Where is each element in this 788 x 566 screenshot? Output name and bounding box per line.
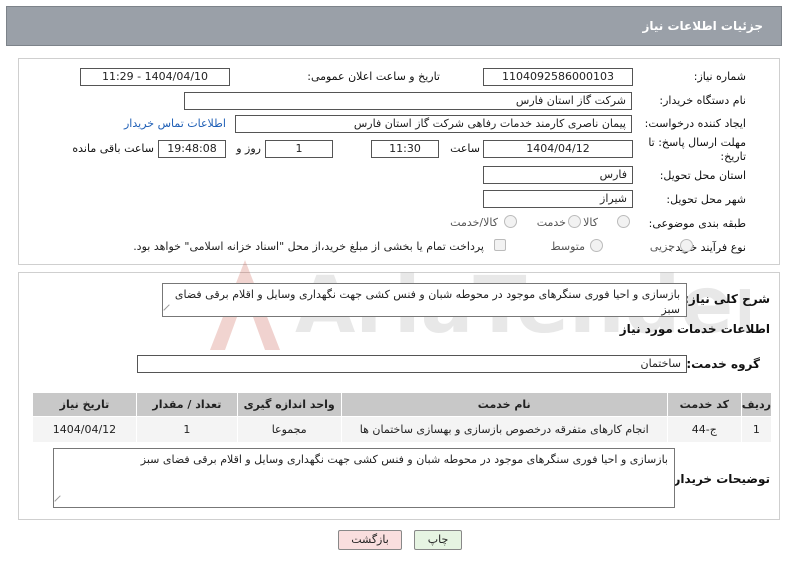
- col-need-date: تاریخ نیاز: [32, 392, 137, 417]
- page-header: جزئیات اطلاعات نیاز: [6, 6, 782, 46]
- cell-need-date: 1404/04/12: [32, 416, 137, 443]
- treasury-payment-note: پرداخت تمام یا بخشی از مبلغ خرید،از محل …: [133, 240, 484, 253]
- province-field[interactable]: فارس: [483, 166, 633, 184]
- process-radio-medium[interactable]: [590, 239, 603, 252]
- resize-grip-icon[interactable]: [54, 495, 66, 507]
- table-row[interactable]: 1 ج-44 انجام کارهای متفرقه درخصوص بازساز…: [32, 416, 773, 443]
- category-option-goods: کالا: [583, 216, 598, 229]
- announce-label: تاریخ و ساعت اعلان عمومی:: [307, 70, 440, 83]
- deadline-time-field[interactable]: 11:30: [371, 140, 439, 158]
- back-button[interactable]: بازگشت: [338, 530, 402, 550]
- col-quantity: تعداد / مقدار: [135, 392, 238, 417]
- summary-label: شرح کلی نیاز:: [684, 292, 770, 306]
- remaining-time-field[interactable]: 19:48:08: [158, 140, 226, 158]
- cell-service-code: ج-44: [666, 416, 742, 443]
- service-group-label: گروه خدمت:: [686, 357, 760, 371]
- days-field[interactable]: 1: [265, 140, 333, 158]
- cell-row-number: 1: [740, 416, 773, 443]
- treasury-payment-checkbox[interactable]: [494, 239, 506, 251]
- buyer-org-field[interactable]: شرکت گاز استان فارس: [184, 92, 632, 110]
- resize-grip-icon[interactable]: [163, 304, 175, 316]
- days-label: روز و: [236, 142, 261, 155]
- buyer-contact-link[interactable]: اطلاعات تماس خریدار: [124, 117, 226, 130]
- col-unit: واحد اندازه گیری: [236, 392, 342, 417]
- category-option-goods-service: کالا/خدمت: [450, 216, 498, 229]
- print-button[interactable]: چاپ: [414, 530, 462, 550]
- col-service-name: نام خدمت: [340, 392, 668, 417]
- announce-datetime-field[interactable]: 1404/04/10 - 11:29: [80, 68, 230, 86]
- need-summary-text[interactable]: بازسازی و احیا فوری سنگرهای موجود در محو…: [162, 283, 687, 317]
- remaining-label: ساعت باقی مانده: [72, 142, 154, 155]
- process-radio-minor[interactable]: [680, 239, 693, 252]
- buyer-org-label: نام دستگاه خریدار:: [659, 94, 746, 107]
- category-radio-goods-service[interactable]: [504, 215, 517, 228]
- service-group-field[interactable]: ساختمان: [137, 355, 687, 373]
- category-option-service: خدمت: [536, 216, 566, 229]
- requester-label: ایجاد کننده درخواست:: [644, 117, 746, 130]
- category-radio-goods[interactable]: [617, 215, 630, 228]
- requester-field[interactable]: پیمان ناصری کارمند خدمات رفاهی شرکت گاز …: [235, 115, 632, 133]
- need-number-field[interactable]: 1104092586000103: [483, 68, 633, 86]
- page-title: جزئیات اطلاعات نیاز: [642, 19, 763, 33]
- process-option-medium: متوسط: [550, 240, 585, 253]
- services-table-header: ردیف کد خدمت نام خدمت واحد اندازه گیری ت…: [32, 392, 773, 417]
- col-row-number: ردیف: [740, 392, 773, 417]
- province-label: استان محل تحویل:: [659, 169, 746, 182]
- buyer-notes-value: بازسازی و احیا فوری سنگرهای موجود در محو…: [140, 453, 668, 466]
- category-label: طبقه بندی موضوعی:: [648, 217, 746, 230]
- city-label: شهر محل تحویل:: [666, 193, 746, 206]
- deadline-time-label: ساعت: [450, 142, 480, 155]
- deadline-date-field[interactable]: 1404/04/12: [483, 140, 633, 158]
- need-summary-value: بازسازی و احیا فوری سنگرهای موجود در محو…: [174, 288, 680, 316]
- cell-service-name: انجام کارهای متفرقه درخصوص بازسازی و بهس…: [340, 416, 668, 443]
- category-radio-service[interactable]: [568, 215, 581, 228]
- buyer-notes-label: توضیحات خریدار:: [668, 472, 770, 486]
- services-section-title: اطلاعات خدمات مورد نیاز: [619, 322, 770, 336]
- city-field[interactable]: شیراز: [483, 190, 633, 208]
- process-option-minor: جزیی: [649, 240, 675, 253]
- deadline-label: مهلت ارسال پاسخ: تا تاریخ:: [648, 136, 746, 163]
- cell-unit: مجموعا: [236, 416, 342, 443]
- cell-quantity: 1: [135, 416, 238, 443]
- services-table: ردیف کد خدمت نام خدمت واحد اندازه گیری ت…: [32, 392, 773, 443]
- buyer-notes-text[interactable]: بازسازی و احیا فوری سنگرهای موجود در محو…: [53, 448, 675, 508]
- need-number-label: شماره نیاز:: [693, 70, 746, 83]
- col-service-code: کد خدمت: [666, 392, 742, 417]
